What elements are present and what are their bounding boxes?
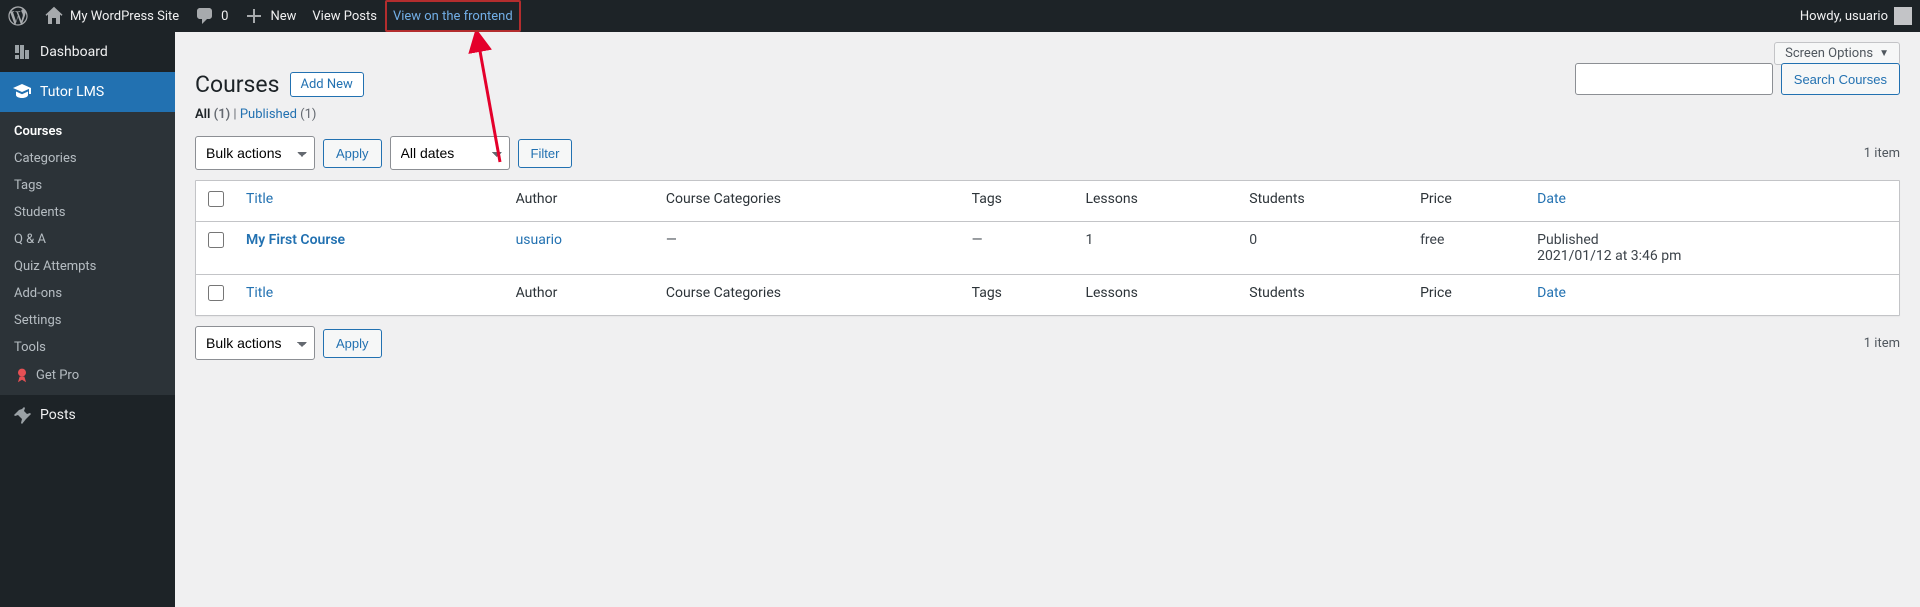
col-date[interactable]: Date [1537, 191, 1566, 207]
submenu-courses[interactable]: Courses [0, 118, 175, 145]
submenu-students[interactable]: Students [0, 199, 175, 226]
submenu-tools[interactable]: Tools [0, 334, 175, 361]
plus-icon [244, 6, 264, 26]
comments-count: 0 [221, 9, 228, 24]
item-count-top: 1 item [1864, 146, 1900, 161]
submenu-addons[interactable]: Add-ons [0, 280, 175, 307]
wp-logo[interactable] [0, 0, 36, 32]
col-price: Price [1410, 181, 1527, 222]
site-name: My WordPress Site [70, 9, 179, 24]
search-input[interactable] [1575, 63, 1773, 95]
home-icon [44, 6, 64, 26]
row-date: Published 2021/01/12 at 3:46 pm [1527, 222, 1899, 274]
status-filters: All (1) | Published (1) [195, 107, 1900, 122]
row-students: 0 [1239, 222, 1410, 274]
pin-icon [12, 405, 32, 425]
my-account-menu[interactable]: Howdy, usuario [1792, 0, 1920, 32]
row-price: free [1410, 222, 1527, 274]
view-posts-link[interactable]: View Posts [304, 0, 385, 32]
avatar [1894, 7, 1912, 25]
view-frontend-link[interactable]: View on the frontend [385, 0, 521, 32]
site-menu[interactable]: My WordPress Site [36, 0, 187, 32]
content-wrap: Screen Options ▼ Courses Add New Search … [175, 32, 1920, 607]
submenu-quiz-attempts[interactable]: Quiz Attempts [0, 253, 175, 280]
item-count-bottom: 1 item [1864, 336, 1900, 351]
row-checkbox[interactable] [208, 232, 224, 248]
comments-menu[interactable]: 0 [187, 0, 236, 32]
submenu-settings[interactable]: Settings [0, 307, 175, 334]
col-tags: Tags [962, 181, 1076, 222]
new-label: New [270, 9, 296, 24]
menu-tutor-lms[interactable]: Tutor LMS [0, 72, 175, 112]
page-title: Courses [195, 71, 280, 98]
col-title-foot[interactable]: Title [246, 285, 273, 301]
new-content-menu[interactable]: New [236, 0, 304, 32]
submenu-get-pro[interactable]: Get Pro [0, 361, 175, 389]
row-lessons: 1 [1075, 222, 1239, 274]
col-students: Students [1239, 181, 1410, 222]
search-courses-button[interactable]: Search Courses [1781, 63, 1900, 95]
tutor-submenu: Courses Categories Tags Students Q & A Q… [0, 112, 175, 395]
submenu-tags[interactable]: Tags [0, 172, 175, 199]
row-title-link[interactable]: My First Course [246, 232, 345, 248]
screen-options-toggle[interactable]: Screen Options ▼ [1774, 42, 1900, 65]
row-author-link[interactable]: usuario [516, 232, 562, 248]
menu-dashboard[interactable]: Dashboard [0, 32, 175, 72]
add-new-button[interactable]: Add New [290, 72, 364, 97]
select-all-bottom[interactable] [208, 285, 224, 301]
table-row: My First Course usuario — — 1 0 free Pub… [196, 222, 1899, 274]
bulk-actions-select-top[interactable]: Bulk actions [195, 136, 315, 170]
submenu-categories[interactable]: Categories [0, 145, 175, 172]
row-categories: — [656, 222, 962, 274]
row-tags: — [962, 222, 1076, 274]
badge-icon [14, 367, 30, 383]
chevron-down-icon: ▼ [1879, 48, 1889, 59]
dashboard-icon [12, 42, 32, 62]
select-all-top[interactable] [208, 191, 224, 207]
filter-all[interactable]: All (1) [195, 107, 230, 122]
admin-menu: Dashboard Tutor LMS Courses Categories T… [0, 32, 175, 607]
apply-bulk-bottom[interactable]: Apply [323, 329, 382, 358]
wordpress-icon [8, 6, 28, 26]
col-date-foot[interactable]: Date [1537, 285, 1566, 301]
col-author: Author [506, 181, 656, 222]
adminbar: My WordPress Site 0 New View Posts View … [0, 0, 1920, 32]
apply-bulk-top[interactable]: Apply [323, 139, 382, 168]
comment-icon [195, 6, 215, 26]
menu-posts[interactable]: Posts [0, 395, 175, 435]
filter-published[interactable]: Published (1) [240, 107, 317, 122]
date-filter-select[interactable]: All dates [390, 136, 510, 170]
bulk-actions-select-bottom[interactable]: Bulk actions [195, 326, 315, 360]
graduation-cap-icon [12, 82, 32, 102]
col-course-categories: Course Categories [656, 181, 962, 222]
filter-button[interactable]: Filter [518, 139, 573, 168]
col-lessons: Lessons [1075, 181, 1239, 222]
submenu-qa[interactable]: Q & A [0, 226, 175, 253]
courses-table: Title Author Course Categories Tags Less… [195, 180, 1900, 316]
col-title[interactable]: Title [246, 191, 273, 207]
